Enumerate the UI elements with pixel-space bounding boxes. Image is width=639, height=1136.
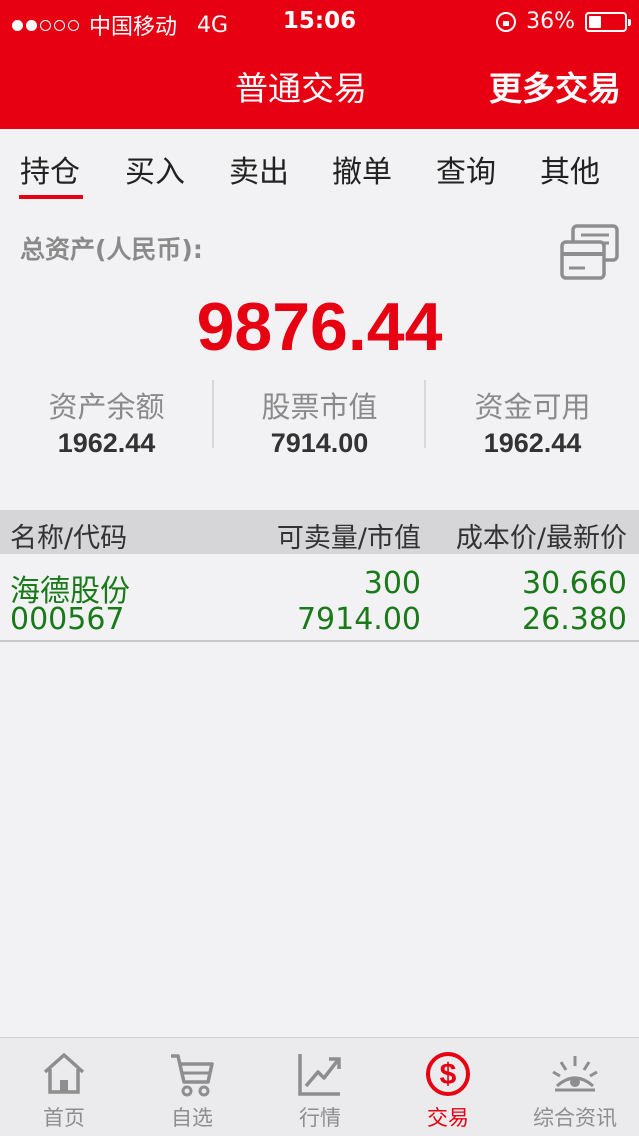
trend-icon (298, 1054, 341, 1096)
bottom-tab-bar: 首页 自选 行情 $ 交易 综合资讯 (0, 1037, 639, 1136)
stock-value-stat: 股票市值 7914.00 (213, 384, 426, 459)
status-right: 36% (496, 9, 631, 34)
svg-text:$: $ (440, 1058, 457, 1091)
tabbar-trade[interactable]: $ 交易 (384, 1038, 512, 1136)
tabbar-label: 交易 (427, 1106, 469, 1130)
cost-price: 30.660 (522, 566, 627, 601)
column-header-sellable-value: 可卖量/市值 (276, 523, 421, 554)
tab-buy[interactable]: 买入 (125, 147, 185, 191)
stock-code: 000567 (10, 602, 125, 637)
tab-cancel-order[interactable]: 撤单 (332, 147, 392, 191)
active-tab-indicator (19, 195, 83, 199)
tabbar-label: 首页 (43, 1106, 85, 1130)
rotation-lock-icon (496, 11, 517, 32)
tab-other[interactable]: 其他 (540, 147, 600, 191)
tabbar-watchlist[interactable]: 自选 (128, 1038, 256, 1136)
tab-sell[interactable]: 卖出 (229, 147, 289, 191)
battery-icon (585, 11, 631, 32)
sellable-quantity: 300 (363, 566, 421, 601)
asset-balance-stat: 资产余额 1962.44 (0, 384, 213, 459)
page-title: 普通交易 (235, 69, 367, 108)
tabbar-label: 综合资讯 (533, 1106, 617, 1130)
tabbar-market[interactable]: 行情 (256, 1038, 384, 1136)
available-funds-stat: 资金可用 1962.44 (426, 384, 639, 459)
stat-label: 资产余额 (48, 390, 165, 424)
total-assets-value: 9876.44 (196, 289, 443, 365)
market-value: 7914.00 (296, 602, 421, 637)
stat-value: 7914.00 (270, 428, 369, 458)
cart-icon (171, 1054, 214, 1097)
table-row[interactable]: 海德股份 000567 300 7914.00 30.660 26.380 (0, 554, 639, 642)
status-bar: 中国移动 4G 15:06 36% (0, 0, 639, 42)
tab-positions[interactable]: 持仓 (20, 147, 80, 191)
dollar-icon: $ (426, 1052, 470, 1096)
header: 中国移动 4G 15:06 36% 普通交易 更多交易 (0, 0, 639, 129)
trade-tabs: 持仓 买入 卖出 撤单 查询 其他 (0, 129, 639, 201)
latest-price: 26.380 (522, 602, 627, 637)
column-header-cost-latest: 成本价/最新价 (455, 523, 627, 554)
battery-percent: 36% (526, 9, 575, 34)
holdings-table-header: 名称/代码 可卖量/市值 成本价/最新价 (0, 510, 639, 554)
stat-label: 股票市值 (261, 390, 378, 424)
column-header-name-code: 名称/代码 (10, 523, 128, 554)
tabbar-label: 行情 (299, 1106, 341, 1130)
eye-icon (552, 1056, 598, 1092)
tabbar-home[interactable]: 首页 (0, 1038, 128, 1136)
total-assets-label: 总资产(人民币): (20, 235, 203, 264)
stat-label: 资金可用 (474, 390, 591, 424)
more-trading-button[interactable]: 更多交易 (489, 62, 621, 110)
tabbar-news[interactable]: 综合资讯 (511, 1038, 639, 1136)
home-icon (43, 1053, 85, 1094)
stat-value: 1962.44 (57, 428, 156, 458)
tabbar-label: 自选 (171, 1106, 213, 1130)
stat-value: 1962.44 (483, 428, 582, 458)
bank-card-icon[interactable] (559, 222, 621, 288)
tab-query[interactable]: 查询 (436, 147, 496, 191)
